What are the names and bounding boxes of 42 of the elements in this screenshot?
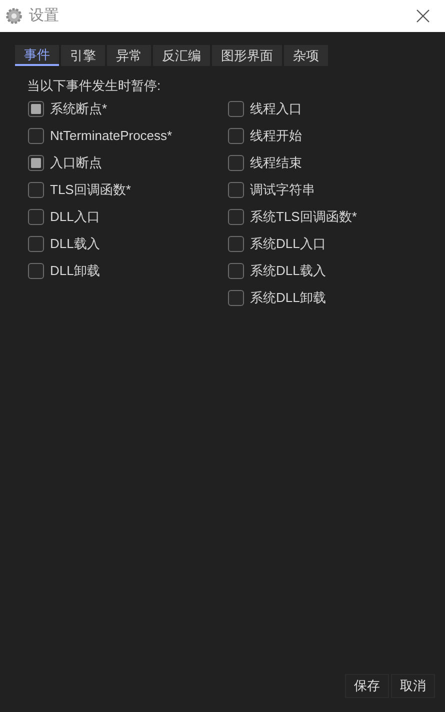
checkbox-label: 系统DLL入口 <box>250 234 326 253</box>
checkbox-label: TLS回调函数* <box>50 180 131 199</box>
checkbox[interactable] <box>228 128 244 144</box>
dialog-button[interactable]: 取消 <box>391 674 435 698</box>
gear-icon <box>5 7 23 25</box>
checkbox[interactable] <box>228 100 244 116</box>
section-label: 当以下事件发生时暂停: <box>27 78 161 94</box>
tab[interactable]: 反汇编 <box>153 45 210 66</box>
checkbox[interactable] <box>228 154 244 170</box>
tab[interactable]: 引擎 <box>61 45 105 66</box>
checkbox[interactable] <box>228 290 244 306</box>
checkbox-label: 系统TLS回调函数* <box>250 208 357 226</box>
checkbox[interactable] <box>28 236 44 252</box>
checkbox[interactable] <box>28 182 44 198</box>
checkbox[interactable] <box>228 236 244 252</box>
close-icon[interactable] <box>416 9 430 23</box>
checkbox-label: 入口断点 <box>50 154 102 172</box>
checkbox-label: 系统DLL卸载 <box>250 288 326 307</box>
checkbox[interactable] <box>228 262 244 278</box>
checkbox-label: DLL入口 <box>50 208 100 226</box>
checkbox[interactable] <box>228 182 244 198</box>
checkbox-label: NtTerminateProcess* <box>50 126 172 145</box>
checkbox[interactable] <box>28 154 44 170</box>
tab[interactable]: 异常 <box>107 45 151 66</box>
tab[interactable]: 图形界面 <box>212 45 282 66</box>
window-title: 设置 <box>29 6 59 26</box>
tab[interactable]: 事件 <box>15 45 59 66</box>
checkbox[interactable] <box>28 128 44 144</box>
checkbox-label: 线程开始 <box>250 126 302 145</box>
checkbox-label: 系统DLL载入 <box>250 262 326 280</box>
checkbox-label: 线程结束 <box>250 154 302 172</box>
checkbox[interactable] <box>228 208 244 224</box>
checkbox-label: DLL载入 <box>50 234 100 253</box>
checkbox-label: 调试字符串 <box>250 180 315 199</box>
checkbox-label: 系统断点* <box>50 100 108 118</box>
checkbox-label: 线程入口 <box>250 100 302 118</box>
checkbox[interactable] <box>28 262 44 278</box>
tab[interactable]: 杂项 <box>284 45 328 66</box>
checkbox-label: DLL卸载 <box>50 262 100 280</box>
dialog-button[interactable]: 保存 <box>345 674 389 698</box>
checkbox[interactable] <box>28 208 44 224</box>
checkbox[interactable] <box>28 100 44 116</box>
